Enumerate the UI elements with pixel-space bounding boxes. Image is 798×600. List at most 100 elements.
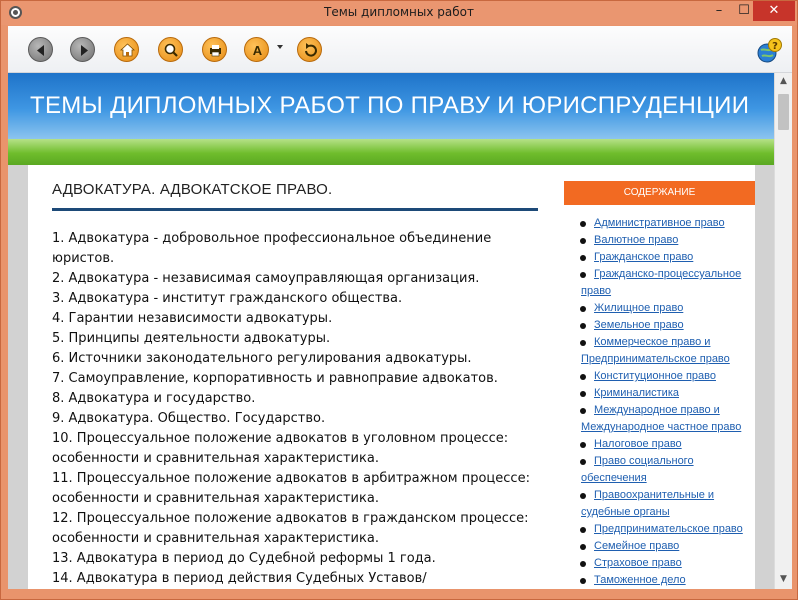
back-arrow-icon [37,45,44,56]
toc-link[interactable]: Предпринимательское право [594,523,743,535]
toc-item: Право социального обеспечения [580,453,753,487]
toc-item: Гражданское право [580,249,753,266]
toc-link[interactable]: Гражданское право [594,251,693,263]
topic-item: 9. Адвокатура. Общество. Государство. [52,411,326,426]
search-button[interactable] [158,37,183,62]
bullet-icon [580,527,586,533]
topic-item: 14. Адвокатура в период действия Судебны… [52,571,427,586]
toc-link[interactable]: Семейное право [594,540,679,552]
forward-button[interactable] [70,37,95,62]
toc-link[interactable]: Правоохранительные и судебные органы [581,489,714,518]
bullet-icon [580,493,586,499]
bullet-icon [580,442,586,448]
close-button[interactable]: ✕ [753,1,795,21]
topic-item: 5. Принципы деятельности адвокатуры. [52,331,331,346]
back-button[interactable] [28,37,53,62]
minimize-button[interactable]: – [706,1,732,21]
scroll-down-button[interactable]: ▼ [775,571,792,588]
refresh-icon [305,43,317,57]
topic-item: 1. Адвокатура - добровольное профессиона… [52,231,492,266]
toc-item: Земельное право [580,317,753,334]
page-banner: ТЕМЫ ДИПЛОМНЫХ РАБОТ ПО ПРАВУ И ЮРИСПРУД… [8,73,774,139]
help-globe-icon: ? [757,38,782,63]
bullet-icon [580,561,586,567]
scroll-up-button[interactable]: ▲ [775,73,792,90]
search-icon [164,43,178,57]
toc-link[interactable]: Криминалистика [594,387,679,399]
bullet-icon [580,238,586,244]
toolbar: A ? [8,26,792,73]
bullet-icon [580,408,586,414]
toc-link[interactable]: Таможенное дело [594,574,686,586]
toc-link[interactable]: Административное право [594,217,725,229]
bullet-icon [580,374,586,380]
toc-link[interactable]: Коммерческое право и Предпринимательское… [581,336,730,365]
toc-item: Конституционное право [580,368,753,385]
toc-link[interactable]: Жилищное право [594,302,683,314]
topics-list: 1. Адвокатура - добровольное профессиона… [52,229,542,589]
vertical-scrollbar[interactable]: ▲ ▼ [774,73,792,589]
banner-stripe [8,139,774,165]
toc-item: Налоговое право [580,436,753,453]
topic-item: 3. Адвокатура - институт гражданского об… [52,291,403,306]
help-button[interactable]: ? [756,37,783,64]
font-dropdown-arrow[interactable] [277,45,283,49]
bullet-icon [580,255,586,261]
content-viewport: ТЕМЫ ДИПЛОМНЫХ РАБОТ ПО ПРАВУ И ЮРИСПРУД… [8,73,792,589]
toc-item: Криминалистика [580,385,753,402]
toc-item: Коммерческое право и Предпринимательское… [580,334,753,368]
topic-item: 2. Адвокатура - независимая самоуправляю… [52,271,480,286]
toc-link[interactable]: Валютное право [594,234,678,246]
svg-text:?: ? [772,41,778,52]
banner-title: ТЕМЫ ДИПЛОМНЫХ РАБОТ ПО ПРАВУ И ЮРИСПРУД… [30,92,750,119]
print-button[interactable] [202,37,227,62]
scroll-thumb[interactable] [778,94,789,130]
topic-item: 6. Источники законодательного регулирова… [52,351,472,366]
bullet-icon [580,306,586,312]
toc-link[interactable]: Конституционное право [594,370,716,382]
title-divider [52,208,538,211]
toc-link[interactable]: Право социального обеспечения [581,455,694,484]
toc-item: Таможенное дело [580,572,753,589]
title-bar: Темы дипломных работ – ☐ ✕ [1,1,797,25]
toc-item: Семейное право [580,538,753,555]
bullet-icon [580,391,586,397]
topic-item: 10. Процессуальное положение адвокатов в… [52,431,509,466]
toc-link[interactable]: Гражданско-процессуальное право [581,268,741,297]
toc-heading: СОДЕРЖАНИЕ [564,181,755,205]
toc-item: Страховое право [580,555,753,572]
toc-item: Правоохранительные и судебные органы [580,487,753,521]
window-title: Темы дипломных работ [324,5,474,19]
toc-link[interactable]: Международное право и Международное част… [581,404,741,433]
home-icon [119,43,136,57]
bullet-icon [580,340,586,346]
refresh-button[interactable] [297,37,322,62]
print-icon [210,45,221,57]
bullet-icon [580,272,586,278]
bullet-icon [580,221,586,227]
topic-item: 7. Самоуправление, корпоративность и рав… [52,371,498,386]
bullet-icon [580,544,586,550]
toc-list: Административное право Валютное право Граж… [580,215,753,589]
font-button[interactable]: A [244,37,269,62]
bullet-icon [580,459,586,465]
forward-arrow-icon [81,45,88,56]
toc-link[interactable]: Страховое право [594,557,682,569]
font-icon: A [253,43,263,58]
toc-item: Предпринимательское право [580,521,753,538]
topic-item: 12. Процессуальное положение адвокатов в… [52,511,529,546]
bullet-icon [580,578,586,584]
topic-item: 4. Гарантии независимости адвокатуры. [52,311,333,326]
app-window: Темы дипломных работ – ☐ ✕ A ? ТЕМЫ ДИПЛ… [0,0,798,600]
bullet-icon [580,323,586,329]
toc-item: Жилищное право [580,300,753,317]
toc-item: Административное право [580,215,753,232]
topic-item: 8. Адвокатура и государство. [52,391,256,406]
toc-link[interactable]: Налоговое право [594,438,682,450]
toc-item: Валютное право [580,232,753,249]
article-title: АДВОКАТУРА. АДВОКАТСКОЕ ПРАВО. [52,181,333,198]
toc-link[interactable]: Земельное право [594,319,684,331]
svg-text:A: A [253,43,263,58]
topic-item: 11. Процессуальное положение адвокатов в… [52,471,530,506]
home-button[interactable] [114,37,139,62]
